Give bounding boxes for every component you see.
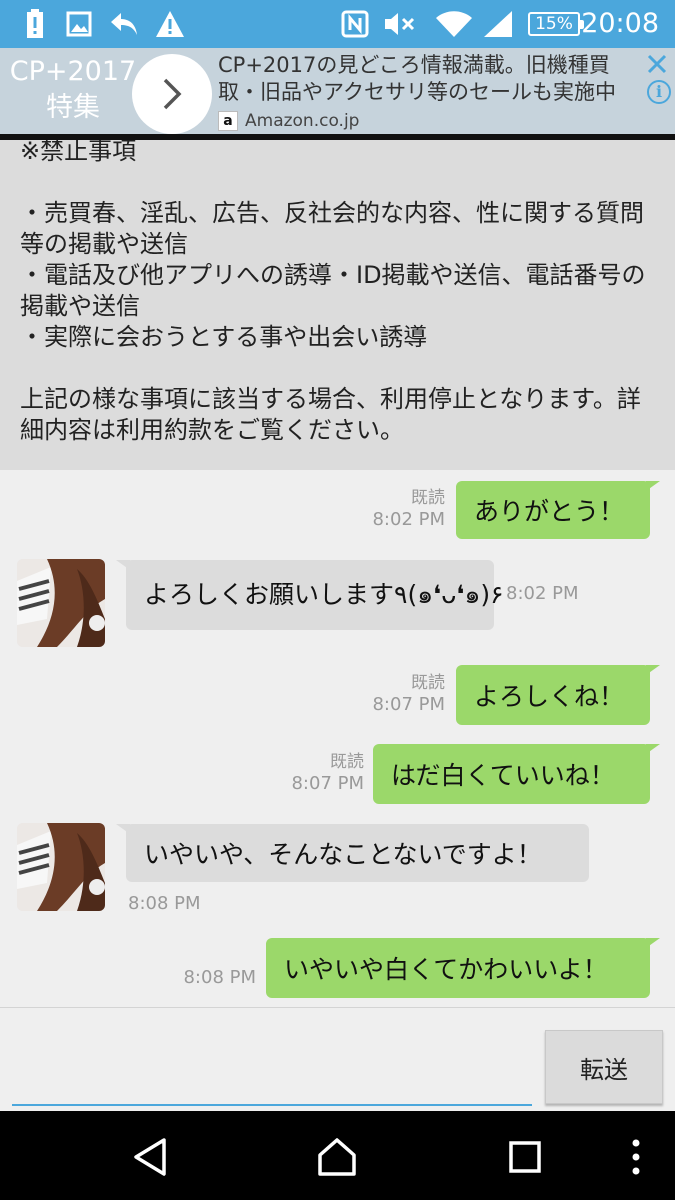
message-composer: 転送 — [0, 1007, 675, 1111]
notice-footer: 上記の様な事項に該当する場合、利用停止となります。詳細内容は利用約款をご覧くださ… — [20, 385, 641, 444]
amazon-logo-icon: a — [218, 111, 238, 131]
read-receipt: 既読 — [330, 752, 364, 772]
message-time: 8:02 PM — [506, 583, 579, 604]
notice-line: ・電話及び他アプリへの誘導・ID掲載や送信、電話番号の掲載や送信 — [20, 261, 646, 320]
notice-line: ・売買春、淫乱、広告、反社会的な内容、性に関する質問等の掲載や送信 — [20, 199, 644, 258]
ad-banner[interactable]: CP+2017 特集 CP+2017の見どころ情報満載。旧機種買 取・旧品やアク… — [0, 48, 675, 140]
incoming-message-bubble[interactable]: よろしくお願いします٩(๑❛ᴗ❛๑)۶ — [116, 560, 504, 630]
message-meta: 8:08 PM — [150, 967, 256, 989]
image-icon — [64, 8, 94, 40]
ad-close-icon[interactable] — [645, 52, 669, 76]
send-button[interactable]: 転送 — [545, 1030, 663, 1104]
message-meta: 既読 8:02 PM — [340, 487, 445, 531]
message-time: 8:08 PM — [183, 967, 256, 988]
chevron-right-icon — [163, 78, 182, 110]
read-receipt: 既読 — [411, 488, 445, 508]
message-meta: 既読 8:07 PM — [258, 751, 364, 795]
message-time: 8:07 PM — [291, 773, 364, 794]
message-meta: 既読 8:07 PM — [340, 672, 445, 716]
status-bar: 15% 20:08 — [0, 0, 675, 48]
message-time: 8:08 PM — [128, 893, 201, 914]
outgoing-message-bubble[interactable]: いやいや白くてかわいいよ！ — [266, 938, 660, 998]
avatar[interactable] — [17, 823, 105, 911]
message-time: 8:07 PM — [372, 694, 445, 715]
more-options-icon[interactable] — [616, 1135, 656, 1179]
warning-icon — [154, 8, 186, 40]
mute-icon — [382, 8, 418, 40]
clock: 20:08 — [581, 8, 659, 39]
prohibited-items-notice: ※禁止事項 ・売買春、淫乱、広告、反社会的な内容、性に関する質問等の掲載や送信 … — [0, 140, 675, 470]
outgoing-message-bubble[interactable]: はだ白くていいね！ — [373, 744, 660, 804]
ad-source: a Amazon.co.jp — [218, 108, 359, 134]
battery-alert-icon — [20, 8, 50, 40]
ad-text: CP+2017の見どころ情報満載。旧機種買 取・旧品やアクセサリ等のセールも実施… — [218, 53, 616, 104]
outgoing-message-bubble[interactable]: ありがとう！ — [456, 481, 660, 539]
signal-icon — [482, 8, 514, 40]
outgoing-message-bubble[interactable]: よろしくね！ — [456, 665, 660, 725]
nfc-icon — [340, 8, 370, 40]
message-time: 8:02 PM — [372, 509, 445, 530]
wifi-icon — [434, 8, 474, 40]
ad-title: CP+2017 特集 — [9, 56, 137, 123]
ad-info-icon[interactable]: i — [647, 80, 671, 104]
incoming-message-bubble[interactable]: いやいや、そんなことないですよ！ — [116, 824, 589, 882]
battery-level: 15% — [528, 12, 584, 36]
avatar[interactable] — [17, 559, 105, 647]
notice-line: ・実際に会おうとする事や出会い誘導 — [20, 323, 428, 351]
navigation-bar — [0, 1111, 675, 1200]
read-receipt: 既読 — [411, 673, 445, 693]
reply-icon — [108, 8, 140, 40]
home-icon[interactable] — [315, 1135, 359, 1179]
back-icon[interactable] — [128, 1135, 172, 1179]
notice-heading: ※禁止事項 — [20, 140, 137, 165]
message-input[interactable] — [12, 1014, 532, 1106]
ad-open-button[interactable] — [132, 54, 212, 134]
recent-apps-icon[interactable] — [503, 1135, 547, 1179]
